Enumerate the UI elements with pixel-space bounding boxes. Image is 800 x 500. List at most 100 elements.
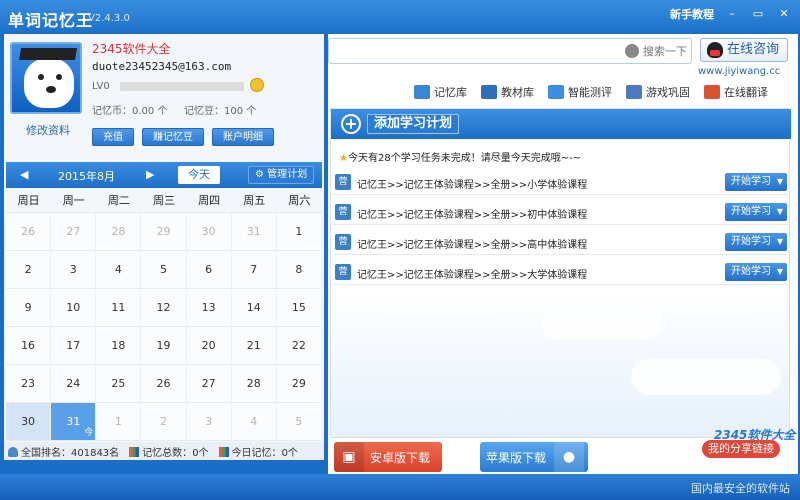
today-button[interactable]: 今天 bbox=[178, 166, 220, 184]
calendar-day[interactable]: 28 bbox=[231, 365, 277, 403]
restore-button[interactable]: ▭ bbox=[750, 6, 766, 22]
calendar-day[interactable]: 9 bbox=[6, 289, 52, 327]
calendar-day[interactable]: 17 bbox=[51, 327, 97, 365]
calendar-day[interactable]: 25 bbox=[96, 365, 142, 403]
calendar-day[interactable]: 31 bbox=[231, 213, 277, 251]
cloud-decoration bbox=[631, 359, 781, 395]
calendar-day[interactable]: 3 bbox=[51, 251, 97, 289]
calendar-day[interactable]: 4 bbox=[96, 251, 142, 289]
calendar-day[interactable]: 12 bbox=[141, 289, 187, 327]
recharge-button[interactable]: 充值 bbox=[92, 128, 134, 146]
nav-item[interactable]: 在线翻译 bbox=[704, 84, 768, 100]
apple-download-button[interactable]: 苹果版下载 ● bbox=[480, 442, 588, 472]
calendar-day[interactable]: 27 bbox=[186, 365, 232, 403]
calendar-day[interactable]: 7 bbox=[231, 251, 277, 289]
graduation-cap-icon bbox=[18, 48, 78, 60]
prev-month-button[interactable]: ◀ bbox=[20, 168, 28, 181]
tutorial-link[interactable]: 新手教程 bbox=[670, 6, 714, 22]
calendar-day[interactable]: 19 bbox=[141, 327, 187, 365]
calendar-day[interactable]: 5 bbox=[276, 403, 322, 441]
calendar-day[interactable]: 22 bbox=[276, 327, 322, 365]
calendar-day[interactable]: 1 bbox=[96, 403, 142, 441]
android-icon: ▣ bbox=[334, 442, 364, 472]
share-link-badge[interactable]: 我的分享链接 bbox=[702, 440, 780, 458]
calendar-day[interactable]: 15 bbox=[276, 289, 322, 327]
course-path[interactable]: 记忆王>>记忆王体验课程>>全册>>大学体验课程 bbox=[357, 266, 587, 281]
next-month-button[interactable]: ▶ bbox=[146, 168, 154, 181]
plan-row: 营记忆王>>记忆王体验课程>>全册>>高中体验课程 开始学习 bbox=[333, 229, 789, 255]
minimize-button[interactable]: – bbox=[724, 6, 740, 22]
calendar-day[interactable]: 30 bbox=[6, 403, 52, 441]
beans-stat: 记忆豆：100 个 bbox=[184, 102, 256, 117]
weekday-label: 周三 bbox=[152, 194, 175, 207]
calendar-day[interactable]: 29 bbox=[141, 213, 187, 251]
site-url[interactable]: www.jiyiwang.cc bbox=[698, 66, 780, 77]
nav-item-label: 在线翻译 bbox=[724, 86, 768, 99]
start-study-button[interactable]: 开始学习 bbox=[725, 263, 787, 281]
search-button[interactable]: 搜索一下 bbox=[625, 42, 687, 60]
calendar-day[interactable]: 26 bbox=[141, 365, 187, 403]
calendar-day[interactable]: 23 bbox=[6, 365, 52, 403]
calendar-day[interactable]: 29 bbox=[276, 365, 322, 403]
online-consult-button[interactable]: 在线咨询 bbox=[700, 38, 788, 62]
nav-item[interactable]: 教材库 bbox=[481, 84, 534, 100]
calendar-day[interactable]: 11 bbox=[96, 289, 142, 327]
calendar-day[interactable]: 3 bbox=[186, 403, 232, 441]
today-label: 今日记忆： bbox=[231, 447, 282, 459]
start-study-button[interactable]: 开始学习 bbox=[725, 233, 787, 251]
calendar-day[interactable]: 16 bbox=[6, 327, 52, 365]
plan-tag-badge: 营 bbox=[335, 174, 351, 190]
android-download-button[interactable]: ▣ 安卓版下载 bbox=[334, 442, 442, 472]
task-notice: ★今天有28个学习任务未完成！请尽量今天完成哦~-~ bbox=[339, 149, 581, 164]
calendar-day[interactable]: 30 bbox=[186, 213, 232, 251]
left-panel: 修改资料 2345软件大全 duote23452345@163.com LV0 … bbox=[4, 34, 324, 460]
calendar-day[interactable]: 5 bbox=[141, 251, 187, 289]
start-study-button[interactable]: 开始学习 bbox=[725, 173, 787, 191]
today-stat: 今日记忆：0个 bbox=[218, 444, 298, 459]
coins-value: 0.00 个 bbox=[132, 106, 168, 117]
course-path[interactable]: 记忆王>>记忆王体验课程>>全册>>小学体验课程 bbox=[357, 176, 587, 191]
weekday-label: 周六 bbox=[288, 194, 311, 207]
calendar-day[interactable]: 24 bbox=[51, 365, 97, 403]
calendar-day[interactable]: 1 bbox=[276, 213, 322, 251]
calendar-day[interactable]: 14 bbox=[231, 289, 277, 327]
person-icon bbox=[704, 85, 720, 99]
medal-icon bbox=[250, 78, 264, 92]
calendar-day[interactable]: 6 bbox=[186, 251, 232, 289]
course-path[interactable]: 记忆王>>记忆王体验课程>>全册>>高中体验课程 bbox=[357, 236, 587, 251]
calendar-day[interactable]: 20 bbox=[186, 327, 232, 365]
close-button[interactable]: ✕ bbox=[776, 6, 792, 22]
search-input[interactable]: 搜索一下 bbox=[328, 38, 692, 64]
calendar-day[interactable]: 2 bbox=[6, 251, 52, 289]
calendar-day[interactable]: 18 bbox=[96, 327, 142, 365]
calendar-day[interactable]: 26 bbox=[6, 213, 52, 251]
account-details-button[interactable]: 账户明细 bbox=[212, 128, 274, 146]
calendar-day-today[interactable]: 31 bbox=[51, 403, 97, 441]
nav-item[interactable]: 智能测评 bbox=[548, 84, 612, 100]
calendar-day[interactable]: 4 bbox=[231, 403, 277, 441]
course-path[interactable]: 记忆王>>记忆王体验课程>>全册>>初中体验课程 bbox=[357, 206, 587, 221]
edit-profile-link[interactable]: 修改资料 bbox=[26, 122, 70, 138]
qq-penguin-icon bbox=[707, 42, 723, 58]
calendar-day[interactable]: 10 bbox=[51, 289, 97, 327]
username: 2345软件大全 bbox=[92, 42, 171, 56]
earn-beans-button[interactable]: 赚记忆豆 bbox=[142, 128, 204, 146]
calendar-day[interactable]: 28 bbox=[96, 213, 142, 251]
nav-item-label: 教材库 bbox=[501, 86, 534, 99]
calendar-day[interactable]: 8 bbox=[276, 251, 322, 289]
weekday-label: 周二 bbox=[107, 194, 130, 207]
stats-bar: 全国排名：401843名 记忆总数：0个 今日记忆：0个 bbox=[4, 442, 324, 460]
plus-icon[interactable]: + bbox=[341, 114, 361, 134]
nav-item[interactable]: 记忆库 bbox=[414, 84, 467, 100]
start-study-button[interactable]: 开始学习 bbox=[725, 203, 787, 221]
calendar-day[interactable]: 21 bbox=[231, 327, 277, 365]
calendar-header: ◀ 2015年8月 ▶ 今天 ⚙ 管理计划 bbox=[6, 162, 322, 188]
calendar-day[interactable]: 13 bbox=[186, 289, 232, 327]
calendar-weekdays: 周日 周一 周二 周三 周四 周五 周六 bbox=[6, 190, 322, 212]
calendar-day[interactable]: 27 bbox=[51, 213, 97, 251]
calendar-day[interactable]: 2 bbox=[141, 403, 187, 441]
nav-item[interactable]: 游戏巩固 bbox=[626, 84, 690, 100]
add-study-plan-button[interactable]: 添加学习计划 bbox=[367, 114, 460, 134]
avatar[interactable] bbox=[10, 42, 82, 114]
manage-plan-button[interactable]: ⚙ 管理计划 bbox=[248, 166, 315, 184]
